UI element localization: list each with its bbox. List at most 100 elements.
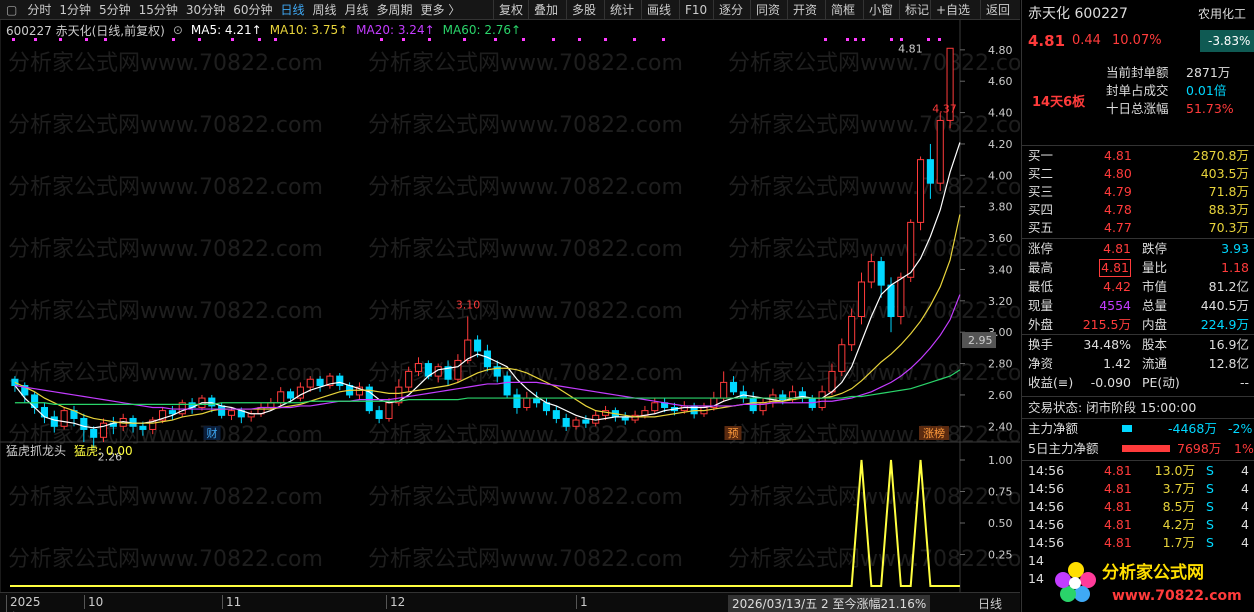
candle	[523, 391, 531, 411]
main-flow5-label: 5日主力净额	[1028, 441, 1099, 456]
candle	[365, 383, 373, 414]
watermark-text: 分析家公式网www.70822.com	[728, 51, 1020, 76]
toolbar-button[interactable]: 叠加	[528, 0, 563, 20]
x-axis-label: 10	[84, 595, 103, 609]
main-flow-bar	[1122, 425, 1132, 432]
sector-name[interactable]: 农用化工	[1198, 4, 1246, 24]
toolbar-button[interactable]: 统计	[604, 0, 639, 20]
candle-body	[572, 419, 580, 427]
tick-row: 14:56 4.81 3.7万 S 4	[1022, 480, 1254, 498]
stat-label: 十日总涨幅	[1106, 101, 1169, 116]
tick-time: 14:56	[1028, 463, 1065, 478]
fundamental-row: 收益(≡) -0.090 PE(动) --	[1022, 374, 1254, 392]
stock-name-code: 赤天化 600227	[1028, 6, 1128, 22]
order-price: 4.80	[1104, 166, 1132, 181]
candle-body	[316, 378, 324, 387]
y-tick-label: 3.60	[988, 232, 1013, 245]
watermark-text: 分析家公式网www.70822.com	[368, 299, 683, 324]
candle-body	[385, 402, 393, 419]
candle-body	[454, 359, 462, 380]
current-price-label: 2.95	[968, 334, 993, 347]
period-tab[interactable]: 周线	[309, 1, 341, 18]
candle	[375, 405, 383, 424]
quote-label: 量比	[1142, 260, 1168, 275]
stat-label: 当前封单额	[1106, 65, 1169, 80]
period-tab[interactable]: 多周期	[373, 1, 417, 18]
event-marker-label: 涨榜	[923, 426, 945, 440]
fund-label: 净资	[1028, 356, 1054, 371]
period-label[interactable]: 日线	[978, 595, 1002, 612]
quote-label: 内盘	[1142, 317, 1168, 332]
indicator-name: 猛虎抓龙头	[6, 444, 67, 458]
watermark-text: 分析家公式网www.70822.com	[8, 299, 323, 324]
period-tab[interactable]: 15分钟	[135, 1, 182, 18]
period-tab[interactable]: 更多 〉	[417, 1, 465, 18]
menu-icon[interactable]: ▢	[0, 3, 23, 17]
period-tab[interactable]: 60分钟	[229, 1, 276, 18]
period-tab[interactable]: 日线	[276, 1, 308, 18]
status-text: 2026/03/13/五 2 至今涨幅21.16%	[728, 595, 931, 612]
price-pct: 10.07%	[1112, 33, 1162, 48]
toolbar-button[interactable]: 复权	[493, 0, 528, 20]
kline-chart[interactable]: 分析家公式网www.70822.com 分析家公式网www.70822.com 分析…	[0, 20, 1020, 592]
indicator-y-label: 1.00	[988, 454, 1013, 467]
tick-side: S	[1206, 499, 1214, 514]
y-tick-label: 3.40	[988, 263, 1013, 276]
indicator-value: 猛虎: 0.00	[74, 444, 133, 458]
toolbar-button[interactable]: 简框	[825, 0, 860, 20]
toolbar-button[interactable]: 逐分	[713, 0, 748, 20]
tick-time: 14	[1028, 553, 1044, 568]
event-marker[interactable]: 财	[203, 426, 221, 440]
fund-value: 16.9亿	[1208, 337, 1249, 352]
candle-body	[168, 410, 176, 415]
main-flow5-value: 7698万	[1177, 441, 1222, 456]
period-tab[interactable]: 月线	[341, 1, 373, 18]
y-tick-label: 4.80	[988, 44, 1013, 57]
tick-side: S	[1206, 481, 1214, 496]
candle	[936, 112, 944, 192]
candle-body	[375, 410, 383, 419]
candle-body	[818, 391, 826, 408]
period-tab[interactable]: 5分钟	[95, 1, 135, 18]
watermark-layer: 分析家公式网www.70822.com 分析家公式网www.70822.com 分析…	[8, 51, 1020, 572]
candle-body	[651, 402, 659, 412]
stat-value: 51.73%	[1186, 101, 1234, 116]
watermark-text: 分析家公式网www.70822.com	[368, 485, 683, 510]
tick-volume: 1.7万	[1162, 535, 1195, 550]
watermark-text: 分析家公式网www.70822.com	[8, 237, 323, 262]
order-volume: 71.8万	[1208, 184, 1249, 199]
peak-annotation: 4.81	[898, 42, 923, 55]
toolbar-button[interactable]: 小窗	[863, 0, 898, 20]
toolbar-button[interactable]: 开资	[787, 0, 822, 20]
quote-label: 最低	[1028, 279, 1054, 294]
event-marker[interactable]: 预	[724, 426, 742, 440]
watermark-text: 分析家公式网www.70822.com	[8, 547, 323, 572]
period-tab[interactable]: 分时	[23, 1, 55, 18]
stat-row: 当前封单额 2871万	[1022, 64, 1254, 82]
tick-time: 14:56	[1028, 499, 1065, 514]
toolbar-button[interactable]: 同资	[750, 0, 785, 20]
candle	[739, 385, 747, 403]
signal-dot	[402, 38, 405, 41]
period-tab[interactable]: 1分钟	[55, 1, 95, 18]
quote-row: 最高 4.81 量比 1.18	[1022, 259, 1254, 277]
toolbar-button[interactable]: 返回	[980, 0, 1015, 20]
y-tick-label: 4.40	[988, 107, 1013, 120]
toolbar-button[interactable]: +自选	[930, 0, 975, 20]
toolbar-button[interactable]: F10	[679, 0, 712, 20]
tick-side: S	[1206, 517, 1214, 532]
candle-body	[867, 261, 875, 283]
period-tab[interactable]: 30分钟	[182, 1, 229, 18]
event-marker[interactable]: 涨榜	[919, 426, 949, 440]
fund-value: 1.42	[1103, 356, 1131, 371]
toolbar-button[interactable]: 多股	[566, 0, 601, 20]
signal-dot	[862, 38, 865, 41]
toolbar-button[interactable]: 标记	[899, 0, 934, 20]
tick-count: 4	[1241, 481, 1249, 496]
high-annotation: 3.10	[456, 299, 481, 312]
sector-pct: -3.83%	[1200, 30, 1254, 52]
candle	[355, 382, 364, 400]
toolbar-button[interactable]: 画线	[641, 0, 676, 20]
candle-body	[887, 284, 895, 318]
order-book-row: 买一 4.81 2870.8万	[1022, 147, 1254, 165]
